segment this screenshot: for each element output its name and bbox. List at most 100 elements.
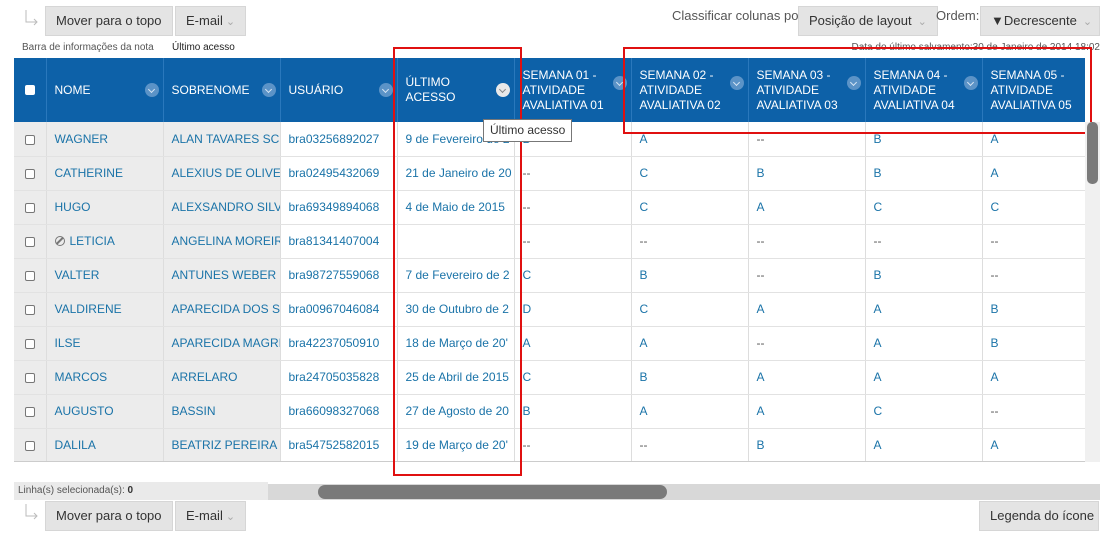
chevron-down-icon[interactable] xyxy=(261,83,276,97)
sobrenome-cell-text[interactable]: APARECIDA DOS SA xyxy=(172,302,280,316)
grade-cell-s1-text[interactable]: -- xyxy=(523,438,531,452)
email-button[interactable]: E-mail ⌄ xyxy=(175,501,247,531)
grade-cell-s4[interactable]: B xyxy=(865,258,983,293)
sobrenome-cell-text[interactable]: BASSIN xyxy=(172,404,216,418)
nome-cell[interactable]: VALTER xyxy=(46,258,164,293)
usuario-cell-text[interactable]: bra24705035828 xyxy=(289,370,380,384)
usuario-cell[interactable]: bra02495432069 xyxy=(280,156,398,191)
grade-cell-s1-text[interactable]: -- xyxy=(523,200,531,214)
grade-cell-s5-text[interactable]: -- xyxy=(991,268,999,282)
grade-cell-s4-text[interactable]: A xyxy=(874,336,882,350)
ultimo-acesso-cell[interactable]: 4 de Maio de 2015 xyxy=(397,190,515,225)
grade-cell-s5-text[interactable]: B xyxy=(991,336,999,350)
usuario-cell[interactable]: bra42237050910 xyxy=(280,326,398,361)
grade-cell-s5[interactable]: B xyxy=(982,326,1085,361)
grade-cell-s5[interactable]: A xyxy=(982,156,1085,191)
grade-cell-s1[interactable]: -- xyxy=(514,224,632,259)
chevron-down-icon[interactable] xyxy=(144,83,159,97)
sobrenome-cell-text[interactable]: ANTUNES WEBER xyxy=(172,268,277,282)
grade-cell-s5[interactable]: A xyxy=(982,360,1085,395)
grade-cell-s2-text[interactable]: -- xyxy=(640,234,648,248)
grade-cell-s1[interactable]: A xyxy=(514,326,632,361)
grade-cell-s5[interactable]: -- xyxy=(982,394,1085,429)
grade-cell-s5[interactable]: B xyxy=(982,292,1085,327)
ultimo-acesso-cell[interactable]: 7 de Fevereiro de 2 xyxy=(397,258,515,293)
ultimo-acesso-cell-text[interactable]: 19 de Março de 20' xyxy=(406,438,508,452)
grade-cell-s5-text[interactable]: -- xyxy=(991,404,999,418)
grade-cell-s5-text[interactable]: A xyxy=(991,370,999,384)
row-checkbox[interactable] xyxy=(24,372,35,383)
grade-cell-s4[interactable]: A xyxy=(865,326,983,361)
usuario-cell[interactable]: bra54752582015 xyxy=(280,428,398,461)
chevron-down-icon[interactable] xyxy=(495,83,510,97)
select-all-checkbox[interactable] xyxy=(24,85,35,96)
sobrenome-cell-text[interactable]: ANGELINA MOREIR. xyxy=(172,234,280,248)
column-header-semana-03[interactable]: SEMANA 03 - ATIVIDADE AVALIATIVA 03 xyxy=(748,58,866,122)
ultimo-acesso-cell-text[interactable]: 21 de Janeiro de 20 xyxy=(406,166,512,180)
sobrenome-cell[interactable]: BEATRIZ PEREIRA PI xyxy=(163,428,281,461)
chevron-down-icon[interactable] xyxy=(378,83,393,97)
nome-text[interactable]: DALILA xyxy=(55,438,96,452)
grade-cell-s1-text[interactable]: C xyxy=(523,370,532,384)
nome-cell[interactable]: VALDIRENE xyxy=(46,292,164,327)
ultimo-acesso-cell[interactable]: 27 de Agosto de 20 xyxy=(397,394,515,429)
grade-cell-s4[interactable]: C xyxy=(865,190,983,225)
nome-cell[interactable]: ILSE xyxy=(46,326,164,361)
usuario-cell[interactable]: bra66098327068 xyxy=(280,394,398,429)
grade-cell-s1-text[interactable]: -- xyxy=(523,234,531,248)
grade-cell-s4-text[interactable]: A xyxy=(874,370,882,384)
row-checkbox[interactable] xyxy=(24,338,35,349)
row-checkbox[interactable] xyxy=(24,236,35,247)
grade-cell-s4-text[interactable]: -- xyxy=(874,234,882,248)
grade-cell-s4-text[interactable]: B xyxy=(874,166,882,180)
table-row[interactable]: ILSE APARECIDA MAGRII bra42237050910 18 de … xyxy=(14,326,1085,361)
grade-cell-s3-text[interactable]: A xyxy=(757,200,765,214)
icon-legend-button[interactable]: Legenda do ícone xyxy=(979,501,1099,531)
move-to-top-button[interactable]: Mover para o topo xyxy=(45,501,173,531)
grade-cell-s1[interactable]: D xyxy=(514,292,632,327)
row-checkbox[interactable] xyxy=(24,134,35,145)
ultimo-acesso-cell-text[interactable]: 25 de Abril de 2015 xyxy=(406,370,509,384)
grade-cell-s3-text[interactable]: -- xyxy=(757,132,765,146)
usuario-cell-text[interactable]: bra69349894068 xyxy=(289,200,380,214)
usuario-cell-text[interactable]: bra03256892027 xyxy=(289,132,380,146)
grade-cell-s5[interactable]: A xyxy=(982,122,1085,157)
grade-cell-s5-text[interactable]: A xyxy=(991,438,999,452)
grade-cell-s2-text[interactable]: B xyxy=(640,268,648,282)
grade-cell-s5[interactable]: -- xyxy=(982,258,1085,293)
column-header-usuario[interactable]: USUÁRIO xyxy=(280,58,398,122)
grade-cell-s2[interactable]: B xyxy=(631,258,749,293)
grade-cell-s4[interactable]: -- xyxy=(865,224,983,259)
ultimo-acesso-cell-text[interactable]: 7 de Fevereiro de 2 xyxy=(406,268,510,282)
chevron-down-icon[interactable] xyxy=(846,76,861,90)
nome-text[interactable]: MARCOS xyxy=(55,370,108,384)
column-header-semana-04[interactable]: SEMANA 04 - ATIVIDADE AVALIATIVA 04 xyxy=(865,58,983,122)
vertical-scroll-thumb[interactable] xyxy=(1087,122,1098,184)
usuario-cell[interactable]: bra81341407004 xyxy=(280,224,398,259)
grade-cell-s2[interactable]: -- xyxy=(631,224,749,259)
grade-cell-s2[interactable]: A xyxy=(631,122,749,157)
grade-cell-s5[interactable]: A xyxy=(982,428,1085,461)
grade-cell-s3-text[interactable]: A xyxy=(757,370,765,384)
grade-cell-s2[interactable]: -- xyxy=(631,428,749,461)
grade-cell-s1[interactable]: C xyxy=(514,360,632,395)
sobrenome-cell-text[interactable]: ALAN TAVARES SCH xyxy=(172,132,280,146)
column-header-semana-02[interactable]: SEMANA 02 - ATIVIDADE AVALIATIVA 02 xyxy=(631,58,749,122)
grade-cell-s2[interactable]: C xyxy=(631,292,749,327)
usuario-cell[interactable]: bra24705035828 xyxy=(280,360,398,395)
grade-cell-s4[interactable]: B xyxy=(865,122,983,157)
grade-cell-s3[interactable]: -- xyxy=(748,122,866,157)
grade-cell-s5-text[interactable]: A xyxy=(991,166,999,180)
usuario-cell-text[interactable]: bra98727559068 xyxy=(289,268,380,282)
nome-text[interactable]: LETICIA xyxy=(70,234,115,248)
grade-cell-s2[interactable]: C xyxy=(631,156,749,191)
ultimo-acesso-cell-text[interactable]: 4 de Maio de 2015 xyxy=(406,200,505,214)
grade-cell-s2-text[interactable]: B xyxy=(640,370,648,384)
grade-cell-s4-text[interactable]: B xyxy=(874,132,882,146)
grade-cell-s3[interactable]: -- xyxy=(748,326,866,361)
nome-text[interactable]: ILSE xyxy=(55,336,81,350)
column-header-sobrenome[interactable]: SOBRENOME xyxy=(163,58,281,122)
column-header-semana-01[interactable]: SEMANA 01 - ATIVIDADE AVALIATIVA 01 xyxy=(514,58,632,122)
grade-cell-s3-text[interactable]: -- xyxy=(757,336,765,350)
grade-cell-s2-text[interactable]: A xyxy=(640,132,648,146)
